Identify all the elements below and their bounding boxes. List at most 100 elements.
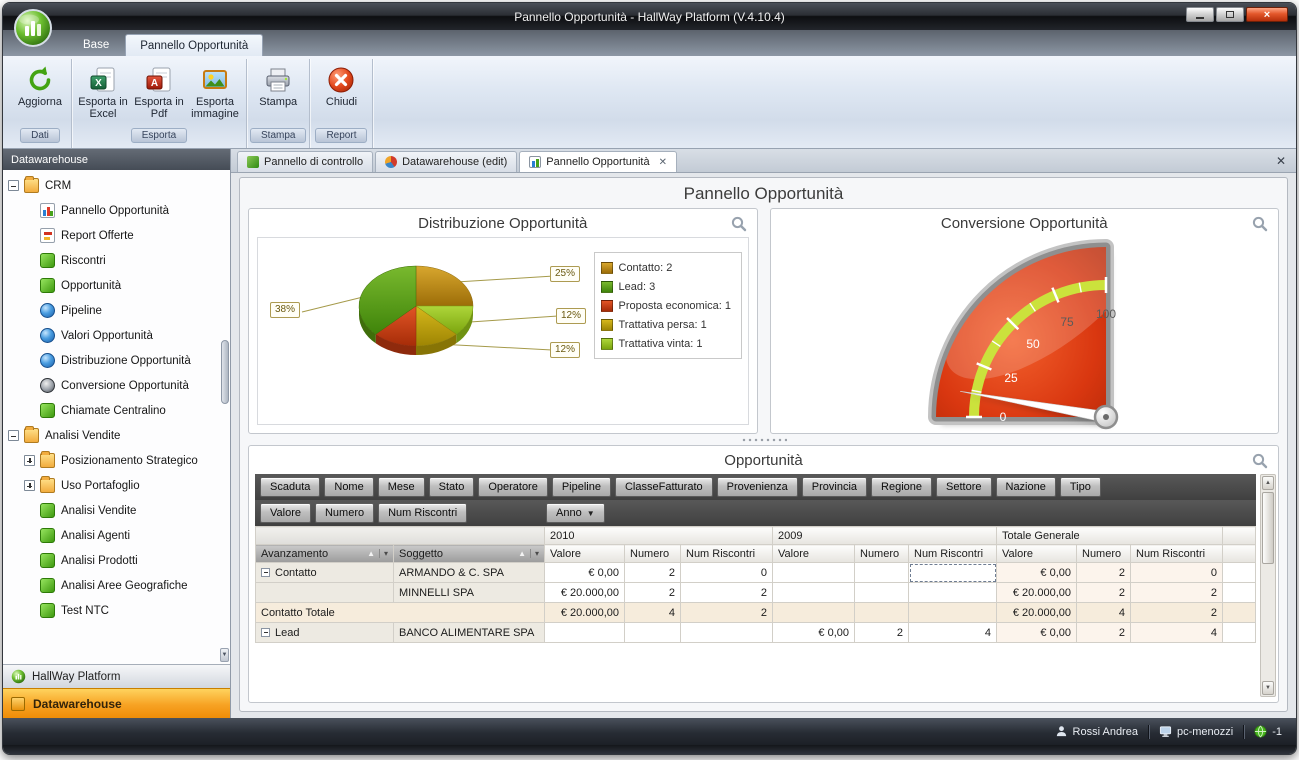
expand-toggle-icon[interactable] [24,480,35,491]
cell[interactable] [773,603,855,623]
measure-header[interactable]: Valore [773,545,855,563]
ribbon-tab-pannello-opportunita[interactable]: Pannello Opportunità [125,34,263,56]
filter-field-nazione[interactable]: Nazione [996,477,1056,497]
tree-item-distribuzione-opportunita[interactable]: Distribuzione Opportunità [3,348,230,373]
chiudi-button[interactable]: Chiudi [313,60,369,110]
tree-item-posizionamento-strategico[interactable]: Posizionamento Strategico [3,448,230,473]
maximize-button[interactable] [1216,7,1244,22]
tree-item-riscontri[interactable]: Riscontri [3,248,230,273]
cell[interactable]: € 20.000,00 [997,603,1077,623]
column-group-2009[interactable]: 2009 [773,527,997,545]
cell[interactable] [855,563,909,583]
measure-header[interactable]: Num Riscontri [909,545,997,563]
scrollbar-thumb[interactable] [1262,492,1274,564]
row-field-soggetto[interactable]: Soggetto▲▾ [394,545,545,563]
magnifier-icon[interactable] [731,216,747,237]
cell[interactable]: € 0,00 [997,623,1077,643]
cell[interactable]: € 20.000,00 [545,603,625,623]
cell[interactable]: 2 [1077,583,1131,603]
tree-item-analisi-aree-geografiche[interactable]: Analisi Aree Geografiche [3,573,230,598]
row-header-soggetto[interactable]: ARMANDO & C. SPA [394,563,545,583]
esporta-pdf-button[interactable]: A Esporta in Pdf [131,60,187,122]
esporta-excel-button[interactable]: X Esporta in Excel [75,60,131,122]
cell[interactable]: € 20.000,00 [545,583,625,603]
close-button[interactable]: × [1246,7,1288,22]
cell[interactable]: 2 [1131,583,1223,603]
cell[interactable] [909,603,997,623]
filter-field-provincia[interactable]: Provincia [802,477,867,497]
tree-item-crm[interactable]: CRM [3,173,230,198]
data-field-num-riscontri[interactable]: Num Riscontri [378,503,467,523]
cell[interactable]: 2 [625,563,681,583]
cell[interactable] [855,603,909,623]
cell[interactable] [773,583,855,603]
column-group-totale[interactable]: Totale Generale [997,527,1223,545]
cell[interactable]: 2 [1077,623,1131,643]
cell[interactable]: € 20.000,00 [997,583,1077,603]
measure-header[interactable]: Num Riscontri [1131,545,1223,563]
filter-dropdown-icon[interactable]: ▾ [530,549,539,558]
collapse-toggle-icon[interactable] [8,430,19,441]
sort-asc-icon[interactable]: ▲ [367,549,375,558]
measure-header[interactable]: Valore [545,545,625,563]
data-field-valore[interactable]: Valore [260,503,311,523]
titlebar[interactable]: Pannello Opportunità - HallWay Platform … [3,3,1296,30]
minimize-button[interactable] [1186,7,1214,22]
cell[interactable] [625,623,681,643]
status-user[interactable]: Rossi Andrea [1055,725,1138,738]
measure-header[interactable]: Numero [625,545,681,563]
row-header-blank[interactable] [256,583,394,603]
expand-toggle-icon[interactable] [24,455,35,466]
focused-cell[interactable] [909,563,997,583]
cell[interactable]: 2 [1131,603,1223,623]
cell[interactable] [855,583,909,603]
tree-item-analisi-prodotti[interactable]: Analisi Prodotti [3,548,230,573]
cell[interactable]: 4 [625,603,681,623]
status-machine[interactable]: pc-menozzi [1159,725,1233,738]
cell[interactable]: 2 [625,583,681,603]
filter-field-provenienza[interactable]: Provenienza [717,477,798,497]
sort-asc-icon[interactable]: ▲ [518,549,526,558]
tree-scrollbar[interactable]: ▼ [220,172,229,662]
cell[interactable]: 4 [1131,623,1223,643]
row-header-contatto[interactable]: Contatto [256,563,394,583]
data-field-numero[interactable]: Numero [315,503,374,523]
filter-field-pipeline[interactable]: Pipeline [552,477,611,497]
filter-field-stato[interactable]: Stato [429,477,475,497]
tree-item-conversione-opportunita[interactable]: Conversione Opportunità [3,373,230,398]
tree-item-analisi-agenti[interactable]: Analisi Agenti [3,523,230,548]
stampa-button[interactable]: Stampa [250,60,306,110]
horizontal-splitter[interactable] [248,434,1279,445]
row-field-avanzamento[interactable]: Avanzamento▲▾ [256,545,394,563]
scroll-down-icon[interactable]: ▼ [1262,681,1274,695]
tree-item-uso-portafoglio[interactable]: Uso Portafoglio [3,473,230,498]
filter-field-tipo[interactable]: Tipo [1060,477,1101,497]
ribbon-tab-base[interactable]: Base [69,34,123,56]
sidebar-item-hallway-platform[interactable]: HallWay Platform [3,664,230,688]
column-group-2010[interactable]: 2010 [545,527,773,545]
cell[interactable]: 2 [681,603,773,623]
row-header-soggetto[interactable]: BANCO ALIMENTARE SPA [394,623,545,643]
cell[interactable]: 2 [855,623,909,643]
tree-item-report-offerte[interactable]: Report Offerte [3,223,230,248]
sidebar-item-datawarehouse[interactable]: Datawarehouse [3,688,230,718]
tree-item-pannello-opportunita[interactable]: Pannello Opportunità [3,198,230,223]
cell[interactable]: 2 [1077,563,1131,583]
row-header-lead[interactable]: Lead [256,623,394,643]
measure-header[interactable]: Numero [855,545,909,563]
filter-field-mese[interactable]: Mese [378,477,425,497]
cell[interactable]: € 0,00 [545,563,625,583]
doc-tab-pannello-di-controllo[interactable]: Pannello di controllo [237,151,373,172]
cell[interactable]: € 0,00 [773,623,855,643]
measure-header[interactable]: Numero [1077,545,1131,563]
filter-field-settore[interactable]: Settore [936,477,991,497]
close-tab-icon[interactable]: ✕ [659,157,667,168]
filter-field-regione[interactable]: Regione [871,477,932,497]
cell[interactable]: 0 [1131,563,1223,583]
collapse-icon[interactable] [261,568,270,577]
cell[interactable]: 4 [1077,603,1131,623]
tree-item-pipeline[interactable]: Pipeline [3,298,230,323]
cell[interactable]: € 0,00 [997,563,1077,583]
scrollbar-thumb[interactable] [221,340,229,404]
measure-header[interactable]: Num Riscontri [681,545,773,563]
